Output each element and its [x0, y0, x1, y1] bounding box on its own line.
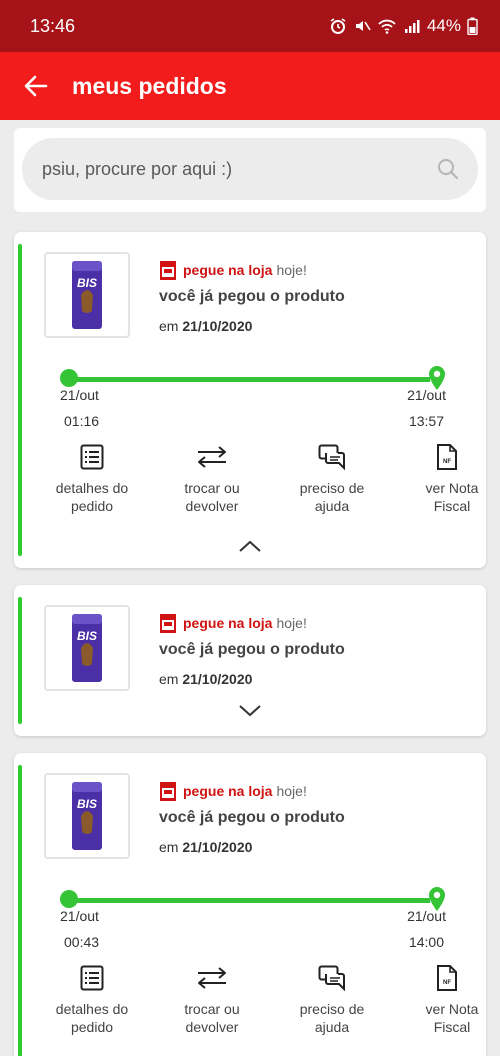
store-icon — [160, 782, 176, 801]
status-time: 13:46 — [30, 15, 76, 36]
timeline-start-date: 21/out — [60, 387, 99, 403]
timeline-end-date: 21/out — [407, 387, 446, 403]
product-thumbnail: BIS — [44, 252, 130, 338]
signal-icon — [404, 20, 420, 33]
chat-icon — [318, 444, 345, 470]
timeline-end-time: 13:57 — [408, 413, 444, 429]
timeline-start-dot — [60, 369, 78, 387]
search-input[interactable] — [42, 158, 436, 180]
order-info: pegue na loja hoje! você já pegou o prod… — [159, 613, 345, 687]
order-details-button[interactable]: detalhes do pedido — [40, 962, 144, 1036]
back-button[interactable] — [20, 70, 52, 102]
delivery-timeline: 21/out 01:16 21/out 13:57 — [60, 366, 446, 439]
chat-icon — [318, 965, 345, 991]
chevron-down-icon — [239, 705, 261, 717]
search-card — [14, 128, 486, 212]
product-thumbnail: BIS — [44, 605, 130, 691]
status-icons: 44% — [329, 16, 478, 36]
list-icon — [80, 444, 104, 470]
status-accent-bar — [18, 765, 22, 1056]
search-icon[interactable] — [436, 157, 460, 181]
order-details-button[interactable]: detalhes do pedido — [40, 441, 144, 515]
alarm-icon — [330, 18, 346, 34]
timeline-end-time: 14:00 — [408, 934, 444, 950]
exchange-return-button[interactable]: trocar ou devolver — [160, 441, 264, 515]
order-date: em 21/10/2020 — [159, 839, 253, 855]
invoice-icon: NF — [437, 444, 457, 470]
product-image: BIS — [72, 782, 102, 850]
product-image: BIS — [72, 614, 102, 682]
pickup-line: pegue na loja hoje! — [159, 260, 345, 280]
pickup-label: pegue na loja — [183, 783, 273, 799]
invoice-button[interactable]: NF ver Nota Fiscal — [408, 962, 486, 1036]
collapse-button[interactable] — [235, 536, 265, 556]
order-status: você já pegou o produto — [159, 641, 345, 658]
status-accent-bar — [18, 597, 22, 724]
status-accent-bar — [18, 244, 22, 556]
mute-icon — [355, 21, 371, 31]
timeline-start-time: 01:16 — [64, 413, 100, 429]
order-date-value: 21/10/2020 — [182, 839, 253, 855]
pickup-when: hoje! — [276, 262, 307, 278]
page-title: meus pedidos — [72, 72, 227, 99]
store-icon — [160, 261, 176, 280]
list-icon — [80, 965, 104, 991]
help-button[interactable]: preciso de ajuda — [280, 962, 384, 1036]
invoice-icon: NF — [437, 965, 457, 991]
order-date: em 21/10/2020 — [159, 671, 253, 687]
order-date-value: 21/10/2020 — [182, 318, 253, 334]
back-arrow-icon — [24, 75, 48, 97]
delivery-timeline: 21/out 00:43 21/out 14:00 — [60, 887, 446, 960]
order-date-value: 21/10/2020 — [182, 671, 253, 687]
product-image: BIS — [72, 261, 102, 329]
swap-arrows-icon — [198, 967, 226, 989]
swap-arrows-icon — [198, 446, 226, 468]
order-info: pegue na loja hoje! você já pegou o prod… — [159, 260, 345, 334]
search-box[interactable] — [22, 138, 478, 200]
product-thumbnail: BIS — [44, 773, 130, 859]
battery-icon — [467, 17, 478, 35]
timeline-progress-line — [70, 377, 430, 382]
svg-text:BIS: BIS — [77, 797, 97, 811]
order-card[interactable]: BIS pegue na loja hoje! você já pegou o … — [14, 585, 486, 736]
invoice-button[interactable]: NF ver Nota Fiscal — [408, 441, 486, 515]
store-icon — [160, 614, 176, 633]
battery-percent: 44% — [426, 16, 461, 35]
chevron-up-icon — [239, 540, 261, 552]
order-card[interactable]: BIS pegue na loja hoje! você já pegou o … — [14, 753, 486, 1056]
svg-text:BIS: BIS — [77, 629, 97, 643]
timeline-end-date: 21/out — [407, 908, 446, 924]
timeline-start-date: 21/out — [60, 908, 99, 924]
order-date: em 21/10/2020 — [159, 318, 253, 334]
order-card[interactable]: BIS pegue na loja hoje! você já pegou o … — [14, 232, 486, 568]
status-bar: 13:46 44% — [0, 0, 500, 52]
svg-text:NF: NF — [443, 980, 451, 986]
expand-button[interactable] — [235, 701, 265, 721]
timeline-progress-line — [70, 898, 430, 903]
order-actions: detalhes do pedido trocar ou devolver prec… — [40, 441, 486, 521]
timeline-start-dot — [60, 890, 78, 908]
pickup-when: hoje! — [276, 783, 307, 799]
order-status: você já pegou o produto — [159, 288, 345, 305]
timeline-start-time: 00:43 — [64, 934, 100, 950]
pickup-label: pegue na loja — [183, 262, 273, 278]
wifi-icon — [378, 19, 396, 34]
exchange-return-button[interactable]: trocar ou devolver — [160, 962, 264, 1036]
svg-text:NF: NF — [443, 459, 451, 465]
order-actions: detalhes do pedido trocar ou devolver prec… — [40, 962, 486, 1042]
pickup-when: hoje! — [276, 615, 307, 631]
order-status: você já pegou o produto — [159, 809, 345, 826]
pickup-line: pegue na loja hoje! — [159, 613, 345, 633]
svg-text:BIS: BIS — [77, 276, 97, 290]
pickup-line: pegue na loja hoje! — [159, 781, 345, 801]
help-button[interactable]: preciso de ajuda — [280, 441, 384, 515]
order-info: pegue na loja hoje! você já pegou o prod… — [159, 781, 345, 855]
app-bar: meus pedidos — [0, 52, 500, 120]
pickup-label: pegue na loja — [183, 615, 273, 631]
